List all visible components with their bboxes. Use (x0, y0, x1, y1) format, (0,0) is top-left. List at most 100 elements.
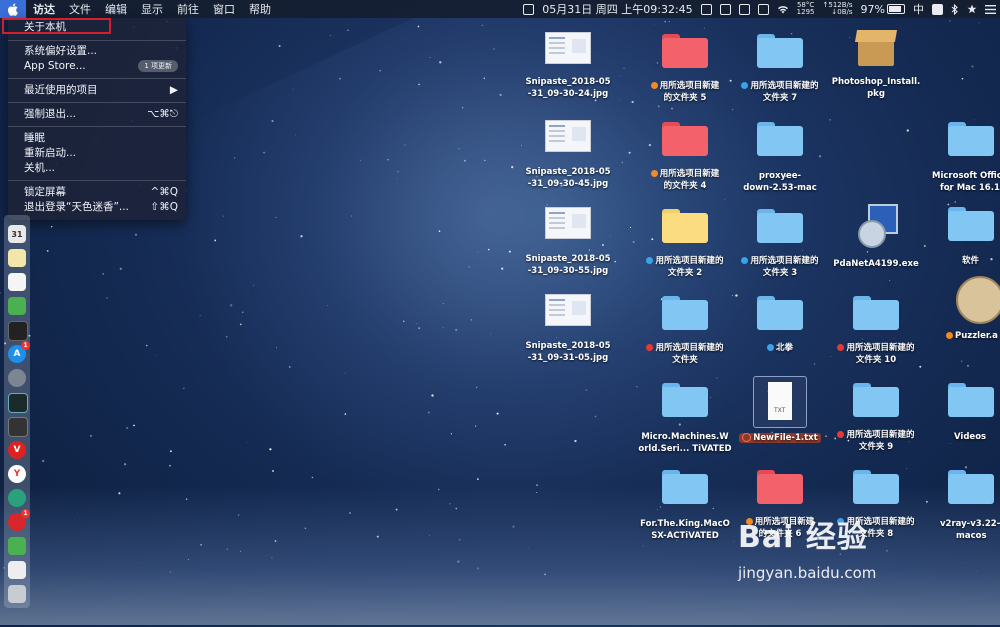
desktop-folder-micro-machines[interactable]: Micro.Machines.W orld.Seri... TiVATED (637, 383, 733, 455)
desktop-folder-7[interactable]: 用所选项目新建的 文件夹 7 (732, 34, 828, 104)
dock-sync-icon[interactable] (8, 489, 26, 507)
folder-label: SX-ACTiVATED (651, 531, 719, 541)
file-label: Puzzler.a (955, 331, 998, 341)
folder-label: For.The.King.MacO (640, 519, 730, 529)
dock-console-icon[interactable] (8, 417, 28, 437)
apple-menu-button[interactable] (0, 0, 26, 18)
menu-finder[interactable]: 访达 (26, 1, 62, 17)
folder-label: 文件夹 9 (858, 442, 894, 452)
desktop-file-pdanet[interactable]: PdaNetA4199.exe (828, 202, 924, 270)
wifi-icon[interactable] (773, 4, 793, 14)
screen-capture-icon[interactable] (716, 3, 735, 15)
dock-documents-icon[interactable] (8, 561, 26, 579)
fan-speed-value: 1295 (796, 8, 815, 16)
desktop-folder-software[interactable]: 软件 (924, 207, 1000, 267)
blue-folder-icon (662, 470, 708, 504)
menu-view[interactable]: 显示 (134, 1, 170, 17)
dock-activity-monitor-icon[interactable] (8, 393, 28, 413)
bluetooth-icon[interactable] (947, 3, 963, 15)
menu-item-recent[interactable]: 最近使用的项目 ▶ (24, 83, 178, 97)
blue-folder-icon (662, 296, 708, 330)
calendar-status-icon[interactable] (519, 3, 538, 15)
network-speed[interactable]: ↑512B/s ↓0B/s (819, 2, 857, 16)
folder-label: 文件夹 7 (762, 93, 798, 103)
blue-folder-icon (662, 383, 708, 417)
recent-label: 最近使用的项目 (24, 84, 98, 96)
dock-notes-icon[interactable] (8, 249, 26, 267)
dock-yandex-icon[interactable]: Y (8, 465, 26, 483)
desktop-folder-for-the-king[interactable]: For.The.King.MacO SX-ACTiVATED (637, 470, 733, 542)
blue-folder-icon (948, 470, 994, 504)
desktop-folder-10[interactable]: 用所选项目新建的 文件夹 10 (828, 296, 924, 366)
image-thumbnail-icon (545, 32, 591, 64)
desktop-folder-2[interactable]: 用所选项目新建的 文件夹 2 (637, 209, 733, 279)
dock-vivaldi-icon[interactable]: V (8, 441, 26, 459)
dock-reminders-icon[interactable] (8, 273, 26, 291)
folder-label: Microsoft Office (932, 171, 1000, 181)
desktop-file-snipaste-4[interactable]: Snipaste_2018-05 -31_09-31-05.jpg (520, 294, 616, 364)
folder-label: 的文件夹 5 (663, 93, 707, 103)
desktop-file-snipaste-3[interactable]: Snipaste_2018-05 -31_09-30-55.jpg (520, 207, 616, 277)
desktop-file-snipaste-2[interactable]: Snipaste_2018-05 -31_09-30-45.jpg (520, 120, 616, 190)
watermark-url: jingyan.baidu.com (738, 564, 877, 582)
dock-system-prefs-icon[interactable] (8, 369, 26, 387)
desktop-file-snipaste-1[interactable]: Snipaste_2018-05 -31_09-30-24.jpg (520, 32, 616, 100)
dock-terminal-icon[interactable] (8, 321, 28, 341)
menu-item-lock-screen[interactable]: 锁定屏幕 ^⌘Q (24, 185, 178, 199)
dock-netease-music-icon[interactable]: 1 (8, 509, 30, 531)
menu-go[interactable]: 前往 (170, 1, 206, 17)
desktop-folder-plain[interactable]: 用所选项目新建的 文件夹 (637, 296, 733, 366)
notification-center-icon[interactable] (981, 4, 1000, 14)
menu-item-restart[interactable]: 重新启动... (24, 146, 178, 160)
desktop-folder-microsoft-office[interactable]: Microsoft Office for Mac 16.13 (924, 122, 1000, 194)
desktop-folder-beiquan[interactable]: 北拳 (732, 296, 828, 354)
file-label: Snipaste_2018-05 (525, 254, 611, 264)
battery-percent: 97% (860, 2, 885, 16)
menu-help[interactable]: 帮助 (242, 1, 278, 17)
desktop-folder-5[interactable]: 用所选项目新建 的文件夹 5 (637, 34, 733, 104)
menu-edit[interactable]: 编辑 (98, 1, 134, 17)
desktop-folder-9[interactable]: 用所选项目新建的 文件夹 9 (828, 383, 924, 453)
desktop-folder-videos[interactable]: Videos (924, 383, 1000, 443)
download-speed: ↓0B/s (831, 8, 853, 16)
file-label: -31_09-30-24.jpg (527, 89, 609, 99)
menu-divider (8, 102, 186, 103)
desktop-folder-4[interactable]: 用所选项目新建 的文件夹 4 (637, 122, 733, 192)
spotlight-icon[interactable] (963, 4, 981, 14)
dock-trash-icon[interactable] (8, 585, 26, 603)
cpu-monitor-icon[interactable] (754, 3, 773, 15)
menu-extra-icon[interactable] (735, 3, 754, 15)
menu-item-logout[interactable]: 退出登录“天色迷香”... ⇧⌘Q (24, 200, 178, 214)
menu-item-app-store[interactable]: App Store... 1 项更新 (24, 59, 178, 73)
puzzler-app-icon (956, 276, 1000, 324)
baidu-watermark: Bai 经验 jingyan.baidu.com (738, 512, 988, 612)
desktop-file-puzzler[interactable]: Puzzler.a (924, 276, 1000, 342)
folder-label: 用所选项目新建的 (750, 81, 819, 91)
menu-file[interactable]: 文件 (62, 1, 98, 17)
dropbox-icon[interactable] (697, 3, 716, 15)
menu-window[interactable]: 窗口 (206, 1, 242, 17)
dock-calendar-icon[interactable]: 31 (8, 225, 26, 243)
clock[interactable]: 05月31日 周四 上午09:32:45 (538, 1, 696, 17)
temperature-readout[interactable]: 58°C 1295 (793, 2, 819, 16)
red-folder-icon (662, 34, 708, 68)
desktop-file-photoshop-pkg[interactable]: Photoshop_Install. pkg (828, 26, 924, 100)
desktop-folder-proxyee[interactable]: proxyee- down-2.53-mac (732, 122, 828, 194)
desktop-file-newfile[interactable]: TXT NewFile-1.txt (732, 376, 828, 444)
menu-item-sleep[interactable]: 睡眠 (24, 131, 178, 145)
menu-item-shutdown[interactable]: 关机... (24, 161, 178, 175)
file-label: Photoshop_Install. (831, 77, 921, 87)
folder-label: 软件 (962, 256, 980, 266)
app-store-label: App Store... (24, 60, 86, 72)
file-label: PdaNetA4199.exe (833, 259, 919, 269)
input-method-indicator[interactable]: 中 (909, 1, 928, 17)
desktop-folder-3[interactable]: 用所选项目新建的 文件夹 3 (732, 209, 828, 279)
menu-item-force-quit[interactable]: 强制退出... ⌥⌘⎋ (24, 107, 178, 121)
text-file-icon: TXT (753, 376, 807, 428)
battery-indicator[interactable]: 97% (857, 3, 909, 16)
scrobbler-icon[interactable] (928, 3, 947, 15)
dock-wechat-icon[interactable] (8, 537, 26, 555)
dock-maps-icon[interactable] (8, 297, 26, 315)
menu-item-system-prefs[interactable]: 系统偏好设置... (24, 44, 178, 58)
dock-app-store-icon[interactable]: A1 (8, 341, 30, 363)
